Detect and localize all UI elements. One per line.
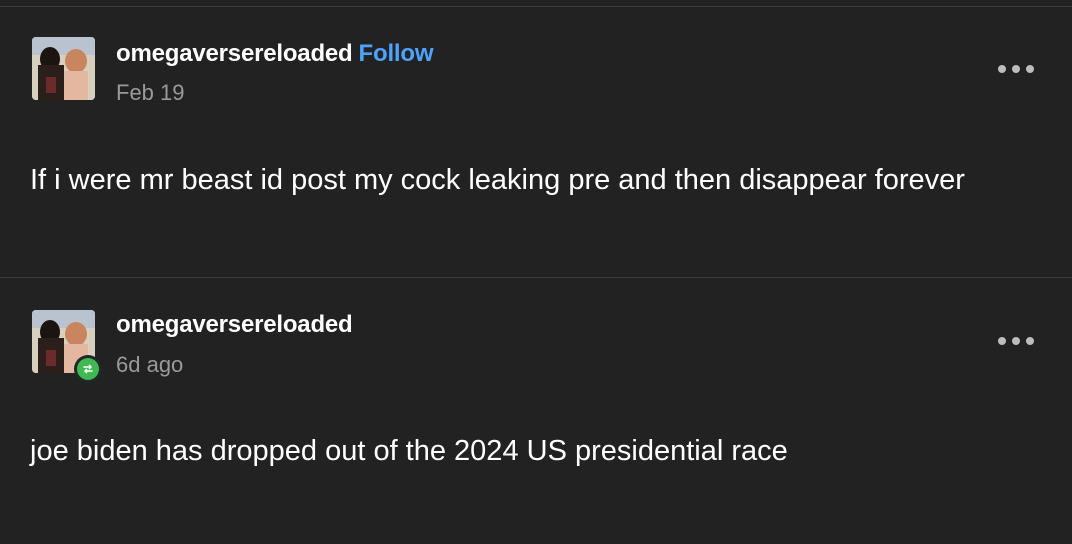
more-options-icon[interactable]: [998, 63, 1034, 75]
more-options-icon[interactable]: [998, 335, 1034, 347]
post-date[interactable]: Feb 19: [116, 80, 185, 106]
reblog-icon: [77, 358, 99, 380]
post-date[interactable]: 6d ago: [116, 352, 183, 378]
dot: [998, 337, 1006, 345]
follow-button[interactable]: Follow: [359, 40, 434, 67]
username-text[interactable]: omegaversereloaded: [116, 40, 353, 67]
dot: [1026, 65, 1034, 73]
dot: [1012, 65, 1020, 73]
top-divider: [0, 0, 1072, 7]
dot: [998, 65, 1006, 73]
username[interactable]: omegaversereloaded: [116, 311, 353, 339]
dot: [1012, 337, 1020, 345]
post-body: joe biden has dropped out of the 2024 US…: [30, 435, 788, 467]
username[interactable]: omegaversereloaded Follow: [116, 40, 434, 68]
dot: [1026, 337, 1034, 345]
post-1: omegaversereloaded Follow Feb 19 If i wer…: [0, 7, 1072, 278]
avatar[interactable]: [32, 37, 95, 100]
post-body: If i were mr beast id post my cock leaki…: [30, 164, 965, 196]
post-2: omegaversereloaded 6d ago joe biden has …: [0, 278, 1072, 544]
reblog-badge: [74, 355, 102, 383]
